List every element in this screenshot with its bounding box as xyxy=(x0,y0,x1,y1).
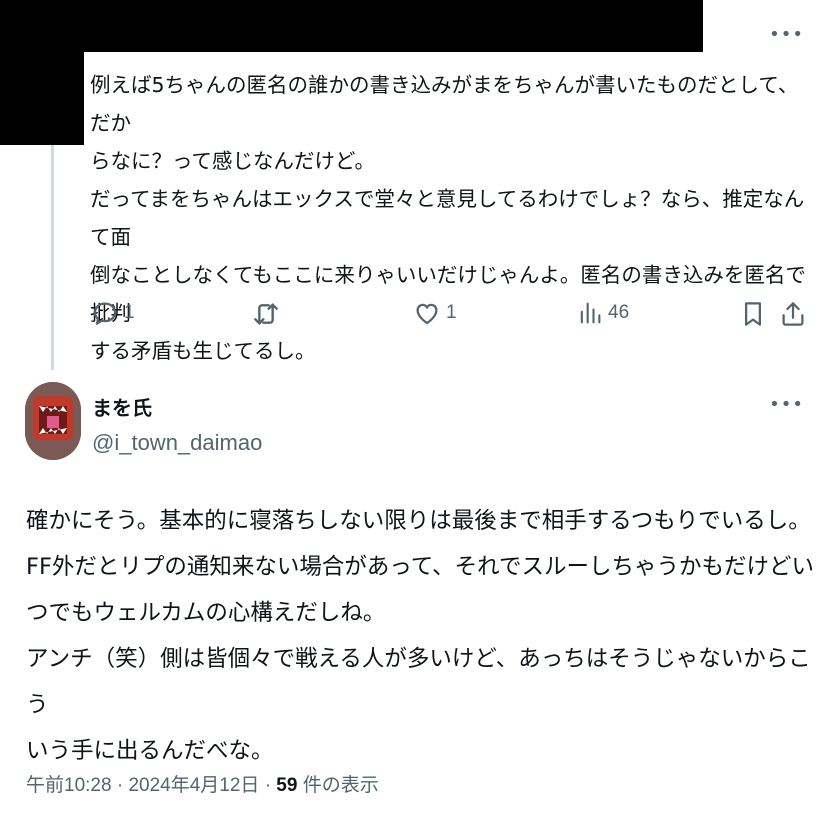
reply-button[interactable]: 1 xyxy=(90,298,135,328)
like-count: 1 xyxy=(446,302,457,323)
parent-tweet-line: 例えば5ちゃんの匿名の誰かの書き込みがまをちゃんが書いたものだとして、だか xyxy=(90,73,799,135)
tweet-views-count: 59 xyxy=(276,775,298,796)
views-button[interactable]: 46 xyxy=(576,298,629,328)
reply-tweet-text: 確かにそう。基本的に寝落ちしない限りは最後まで相手するつもりでいるし。 FF外だ… xyxy=(26,498,816,774)
author-handle[interactable]: @i_town_daimao xyxy=(92,430,262,456)
reply-tweet-line: 確かにそう。基本的に寝落ちしない限りは最後まで相手するつもりでいるし。 xyxy=(26,508,811,534)
tweet-thread-view: ••• 例えば5ちゃんの匿名の誰かの書き込みがまをちゃんが書いたものだとして、だ… xyxy=(0,0,832,832)
bookmark-button[interactable] xyxy=(738,298,768,330)
like-button[interactable]: 1 xyxy=(412,298,457,328)
retweet-icon xyxy=(254,303,278,325)
reply-tweet-line: つでもウェルカムの心構えだしね。 xyxy=(26,600,386,626)
reply-tweet-line: アンチ（笑）側は皆個々で戦える人が多いけど、あっちはそうじゃないからこう xyxy=(26,646,811,718)
share-icon xyxy=(782,302,804,326)
meta-separator: · xyxy=(264,775,272,796)
views-count: 46 xyxy=(608,302,630,323)
retweet-button[interactable] xyxy=(250,298,282,330)
parent-tweet-actions: 1 1 46 xyxy=(88,298,810,338)
redaction-block-left xyxy=(0,0,84,145)
avatar-image xyxy=(25,382,81,460)
share-button[interactable] xyxy=(778,298,808,330)
reply-icon xyxy=(93,302,117,325)
views-icon xyxy=(580,302,601,324)
tweet-date[interactable]: 2024年4月12日 xyxy=(128,775,259,796)
reply-count: 1 xyxy=(124,302,135,323)
parent-tweet-line: らなに？って感じなんだけど。 xyxy=(90,149,375,173)
tweet-meta: 午前10:28 · 2024年4月12日 · 59 件の表示 xyxy=(26,770,379,797)
parent-more-options-icon[interactable]: ••• xyxy=(769,26,804,44)
reply-tweet-line: FF外だとリプの通知来ない場合があって、それでスルーしちゃうかもだけどい xyxy=(26,554,814,580)
tweet-time[interactable]: 午前10:28 xyxy=(26,775,112,796)
tweet-views-label: 件の表示 xyxy=(302,775,379,796)
heart-icon xyxy=(416,303,438,325)
meta-separator: · xyxy=(116,775,124,796)
redaction-block-top xyxy=(0,0,703,52)
avatar[interactable] xyxy=(25,382,81,460)
parent-tweet-line: だってまをちゃんはエックスで堂々と意見してるわけでしょ？なら、推定なんて面 xyxy=(90,187,805,249)
author-display-name[interactable]: まを氏 xyxy=(92,392,152,421)
reply-tweet-line: いう手に出るんだべな。 xyxy=(26,738,274,764)
bookmark-icon xyxy=(745,302,761,326)
thread-connector-line xyxy=(51,145,54,370)
reply-more-options-icon[interactable]: ••• xyxy=(769,396,804,414)
